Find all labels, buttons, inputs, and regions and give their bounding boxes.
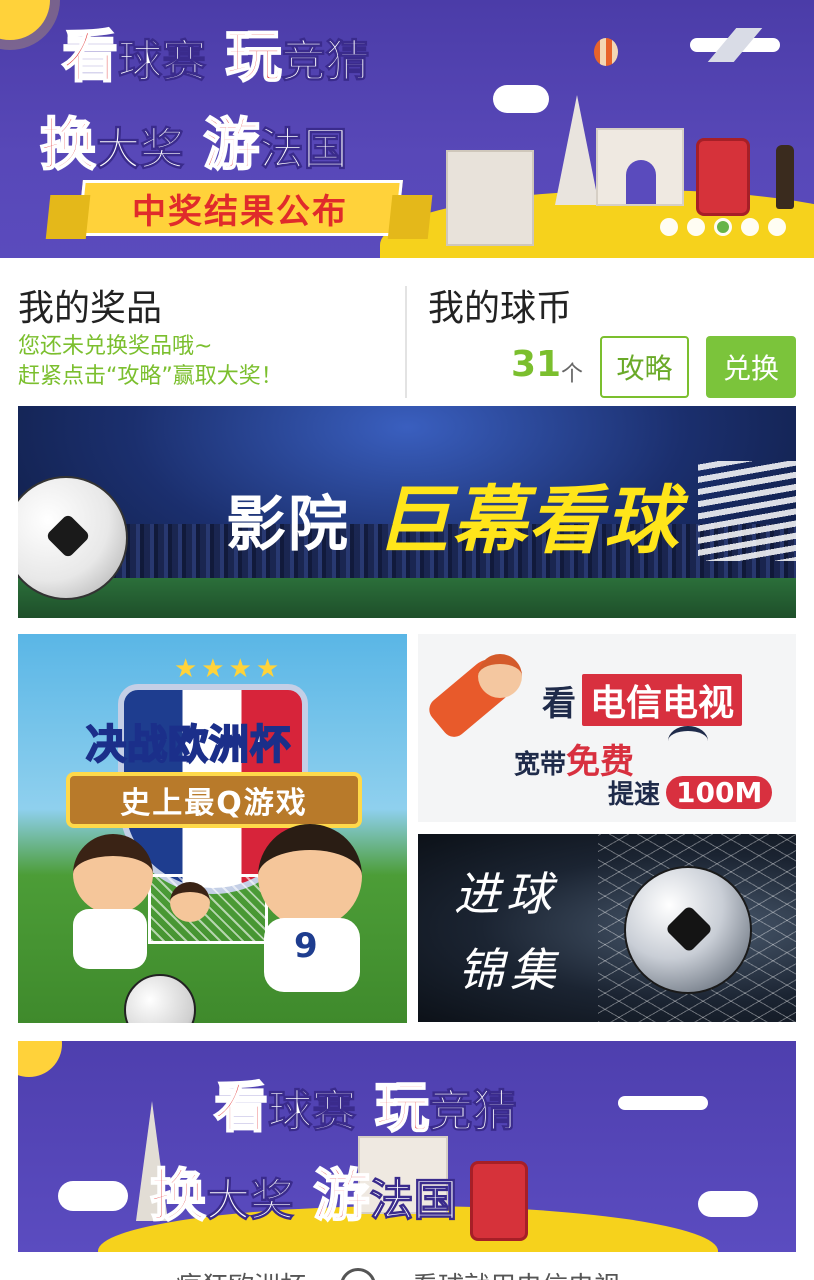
my-coins-title: 我的球币 (428, 288, 573, 329)
suitcase-icon (696, 138, 750, 216)
airplane-icon (690, 38, 780, 52)
hero-banner[interactable]: 看球赛 玩竞猜 换大奖 游法国 中奖结果公布 (0, 0, 814, 258)
carousel-indicator (660, 218, 786, 236)
telecom-tv-tag: 电信电视 (582, 674, 743, 726)
bottom-line-2: 换大奖 游法国 (149, 1163, 458, 1230)
player-jersey (264, 918, 360, 992)
soccer-ball-icon (624, 866, 752, 994)
euro-game-tile[interactable]: ★★★★ 决战欧洲杯 史上最Q游戏 (18, 634, 407, 1023)
notre-dame-icon (446, 150, 534, 246)
coin-row: 31 个 攻略 兑换 (428, 336, 798, 398)
coin-count: 31 (511, 344, 562, 385)
stars-icon: ★★★★ (174, 654, 284, 684)
player-character (258, 824, 362, 928)
arc-de-triomphe-icon (596, 128, 684, 206)
footer-strip: 疯狂欧洲杯 看球就用电信电视 (0, 1252, 814, 1280)
footer-right-text: 看球就用电信电视 (412, 1266, 620, 1280)
cloud-icon (698, 1191, 758, 1217)
promo-banner-bottom[interactable]: 看球赛 玩竞猜 换大奖 游法国 (18, 1041, 796, 1252)
speed-badge: 100M (666, 776, 773, 809)
wine-bottle-icon (776, 145, 794, 209)
goal-highlights-tile[interactable]: 进球 锦集 (418, 834, 796, 1022)
pitch (18, 578, 796, 618)
euro-game-subtitle: 史上最Q游戏 (120, 786, 308, 821)
cloud-icon (493, 85, 549, 113)
my-prizes-title: 我的奖品 (18, 288, 163, 329)
player-character (73, 834, 153, 914)
carousel-dot[interactable] (741, 218, 759, 236)
brush-stroke-decoration (698, 461, 796, 561)
telecom-tv-tile[interactable]: 看 电信电视 宽带免费 提速 100M (418, 634, 796, 822)
carousel-dot[interactable] (687, 218, 705, 236)
account-summary: 我的奖品 您还未兑换奖品哦~ 赶紧点击“攻略”赢取大奖！ 我的球币 31 个 攻… (0, 258, 814, 406)
hero-line-2: 换大奖 游法国 (39, 112, 348, 179)
eiffel-tower-icon (555, 95, 599, 205)
telecom-speed-line: 提速 100M (608, 774, 773, 811)
sun-icon (18, 1041, 62, 1077)
airplane-icon (618, 1096, 708, 1110)
hero-line-1: 看球赛 玩竞猜 (61, 24, 370, 91)
carousel-dot[interactable] (660, 218, 678, 236)
carousel-dot[interactable] (768, 218, 786, 236)
footer-left-text: 疯狂欧洲杯 (176, 1266, 306, 1280)
coin-unit: 个 (561, 362, 584, 387)
my-coins: 我的球币 31 个 攻略 兑换 (428, 286, 798, 398)
soccer-ball-icon (124, 974, 196, 1023)
goals-title-line2: 锦集 (458, 943, 562, 997)
euro-game-banner: 史上最Q游戏 (66, 772, 362, 828)
euro-game-title: 决战欧洲杯 (85, 721, 291, 769)
my-prizes-hint-2: 赶紧点击“攻略”赢取大奖！ (18, 364, 283, 389)
soccer-ball-icon (340, 1268, 376, 1280)
suitcase-icon (470, 1161, 528, 1241)
bottom-line-1: 看球赛 玩竞猜 (213, 1075, 517, 1140)
sun-icon (0, 0, 50, 40)
cloud-icon (58, 1181, 128, 1211)
telecom-headline: 看 电信电视 (542, 674, 743, 726)
goals-title-line1: 进球 (454, 867, 558, 921)
results-ribbon[interactable]: 中奖结果公布 (77, 180, 403, 236)
player-jersey (73, 909, 147, 969)
cinema-title-part2: 巨幕看球 (376, 478, 680, 564)
my-prizes[interactable]: 我的奖品 您还未兑换奖品哦~ 赶紧点击“攻略”赢取大奖！ (18, 286, 398, 392)
cinema-banner[interactable]: 影院 巨幕看球 (18, 406, 796, 618)
redeem-button[interactable]: 兑换 (706, 336, 796, 398)
player-character (170, 882, 210, 922)
wifi-icon (668, 726, 708, 756)
cinema-title-part1: 影院 (226, 490, 350, 560)
carousel-dot-active[interactable] (714, 218, 732, 236)
rider-character (478, 654, 522, 698)
divider (405, 286, 407, 398)
results-ribbon-label: 中奖结果公布 (132, 191, 348, 232)
my-prizes-hint-1: 您还未兑换奖品哦~ (18, 334, 213, 359)
hot-air-balloon-icon (594, 38, 618, 66)
guide-button[interactable]: 攻略 (600, 336, 689, 398)
